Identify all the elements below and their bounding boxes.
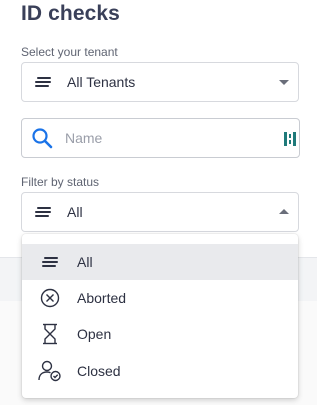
page-title: ID checks <box>21 2 120 25</box>
barcode-scan-icon[interactable] <box>284 132 296 146</box>
tenant-select[interactable]: All Tenants <box>21 62 299 102</box>
user-check-icon <box>38 359 62 383</box>
status-option-label: All <box>77 254 93 270</box>
status-option-closed[interactable]: Closed <box>22 353 298 389</box>
status-option-label: Closed <box>77 363 121 379</box>
search-icon <box>32 128 53 149</box>
circle-x-icon <box>38 286 62 310</box>
status-select[interactable]: All <box>21 192 299 232</box>
tenant-select-value: All Tenants <box>67 74 136 90</box>
status-select-value: All <box>67 204 83 220</box>
caret-down-icon <box>279 80 289 85</box>
status-option-aborted[interactable]: Aborted <box>22 280 298 316</box>
tenant-label: Select your tenant <box>21 45 118 59</box>
search-input[interactable] <box>63 129 267 147</box>
status-option-all[interactable]: All <box>22 244 298 280</box>
caret-up-icon <box>279 209 289 214</box>
status-option-label: Aborted <box>77 290 127 306</box>
list-lines-icon <box>35 207 51 217</box>
search-field[interactable] <box>21 118 300 158</box>
list-lines-icon <box>35 77 51 87</box>
status-filter-label: Filter by status <box>21 175 100 189</box>
status-dropdown-menu: All Aborted Open Closed <box>22 234 298 398</box>
status-option-label: Open <box>77 326 112 342</box>
hourglass-icon <box>38 322 62 346</box>
status-option-open[interactable]: Open <box>22 316 298 352</box>
list-lines-icon <box>38 250 62 274</box>
